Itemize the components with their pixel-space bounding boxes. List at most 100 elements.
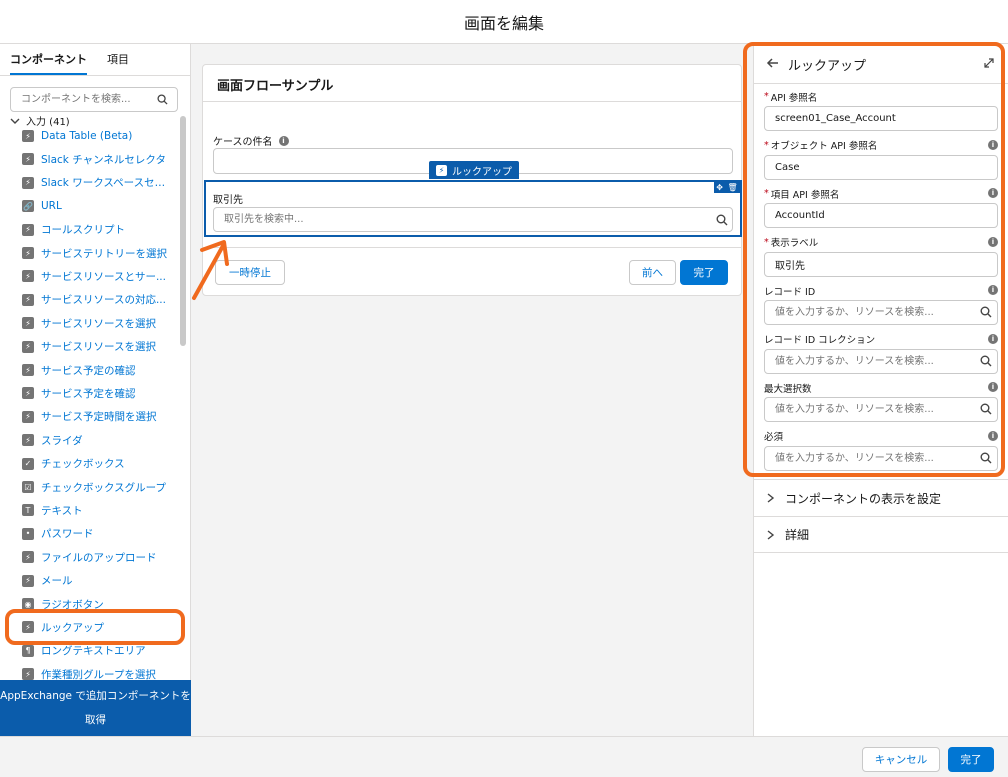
property-input[interactable] <box>764 348 998 374</box>
done-button[interactable]: 完了 <box>948 747 994 772</box>
bolt-icon: ⚡ <box>436 164 447 176</box>
flow-canvas: 画面フローサンプル ケースの件名 i ⚡ ルックアップ ✥ 🗑 取引先 一時停止… <box>191 44 753 736</box>
bolt-icon: ⚡ <box>22 551 34 564</box>
selected-component-tag-label: ルックアップ <box>452 166 512 178</box>
component-item[interactable]: ⚡ ファイルのアップロード <box>22 549 157 565</box>
component-item[interactable]: ⚡ サービス予定時間を選択 <box>22 409 157 425</box>
component-item[interactable]: ⚡ コールスクリプト <box>22 222 125 238</box>
bolt-icon: ⚡ <box>22 153 34 166</box>
appexchange-label: AppExchange で追加コンポーネントを取得 <box>0 690 191 726</box>
bolt-icon: ⚡ <box>22 668 34 681</box>
component-item[interactable]: ✓ チェックボックス <box>22 456 125 472</box>
scrollbar[interactable] <box>180 116 186 346</box>
required-marker: * <box>764 236 769 248</box>
component-item[interactable]: T テキスト <box>22 502 83 518</box>
property-field: * 表示ラベル i <box>764 236 998 277</box>
bolt-icon: ⚡ <box>22 317 34 330</box>
cancel-button[interactable]: キャンセル <box>862 747 940 772</box>
component-item-label: チェックボックスグループ <box>41 481 167 494</box>
screen-card: 画面フローサンプル ケースの件名 i ⚡ ルックアップ ✥ 🗑 取引先 一時停止… <box>202 64 742 296</box>
component-item-label: Data Table (Beta) <box>41 130 133 142</box>
search-icon <box>980 355 992 366</box>
component-item[interactable]: ¶ ロングテキストエリア <box>22 643 146 659</box>
property-field-label: 必須 <box>764 430 998 443</box>
component-item[interactable]: ⚡ Slack ワークスペースセレ... <box>22 175 171 191</box>
case-subject-label: ケースの件名 i <box>213 133 289 148</box>
bolt-icon: ⚡ <box>22 364 34 376</box>
component-item-label: チェックボックス <box>41 458 125 471</box>
previous-button[interactable]: 前へ <box>629 260 676 285</box>
component-item[interactable]: ⚡ ルックアップ <box>22 619 104 635</box>
component-item-label: ファイルのアップロード <box>41 551 157 564</box>
component-item[interactable]: 🔗 URL <box>22 198 62 214</box>
properties-panel: ルックアップ *API 参照名*オブジェクト API 参照名i*項目 API 参… <box>753 44 1008 736</box>
property-field: * 項目 API 参照名 i <box>764 187 998 228</box>
info-icon: i <box>988 285 998 295</box>
panel-header: ルックアップ <box>754 44 1008 84</box>
component-item[interactable]: ⚡ サービスリソースを選択 <box>22 339 156 355</box>
bolt-icon: ⚡ <box>22 621 34 634</box>
component-item[interactable]: ☑ チェックボックスグループ <box>22 479 166 495</box>
property-input[interactable] <box>764 445 998 471</box>
bolt-icon: ⚡ <box>22 434 34 447</box>
section-component-visibility[interactable]: コンポーネントの表示を設定 <box>754 479 1008 516</box>
bolt-icon: ⚡ <box>22 340 34 353</box>
panel-title: ルックアップ <box>788 59 867 74</box>
back-arrow-icon[interactable] <box>766 56 780 70</box>
section-details[interactable]: 詳細 <box>754 516 1008 553</box>
property-field-label-text: 項目 API 参照名 <box>770 189 840 201</box>
search-icon <box>980 452 992 463</box>
component-item-label: サービステリトリーを選択 <box>41 247 167 260</box>
modal-header: 画面を編集 <box>0 0 1008 44</box>
component-item-label: Slack チャンネルセレクタ <box>41 153 166 166</box>
component-item[interactable]: ⚡ サービステリトリーを選択 <box>22 245 167 261</box>
finish-button[interactable]: 完了 <box>680 260 728 285</box>
component-item[interactable]: ⚡ サービス予定の確認 <box>22 362 136 378</box>
component-item[interactable]: ⚡ メール <box>22 573 73 589</box>
component-item[interactable]: ⚡ Data Table (Beta) <box>22 128 132 144</box>
component-item-label: スライダ <box>41 434 83 447</box>
page-title: 画面を編集 <box>463 13 544 33</box>
component-search-input[interactable] <box>10 87 178 112</box>
section-component-visibility-label: コンポーネントの表示を設定 <box>785 491 942 506</box>
bolt-icon: ⚡ <box>22 130 34 142</box>
info-icon: i <box>988 188 998 198</box>
divider <box>203 101 741 102</box>
component-item[interactable]: ⚡ サービスリソースを選択 <box>22 315 156 331</box>
expand-icon[interactable] <box>983 57 995 69</box>
component-item-label: メール <box>41 575 73 588</box>
property-field: * オブジェクト API 参照名 i <box>764 139 998 180</box>
required-marker: * <box>764 188 769 199</box>
property-input[interactable] <box>764 203 998 228</box>
tab-components[interactable]: コンポーネント <box>10 51 87 75</box>
appexchange-button[interactable]: AppExchange で追加コンポーネントを取得 <box>0 680 191 736</box>
property-input[interactable] <box>764 106 998 131</box>
move-icon[interactable]: ✥ <box>716 183 723 192</box>
bolt-icon: ⚡ <box>22 574 34 587</box>
property-field-label: * 項目 API 参照名 <box>764 187 998 201</box>
section-input[interactable]: 入力 (41) <box>10 113 70 128</box>
chevron-down-icon <box>10 118 20 124</box>
component-item[interactable]: ⚡ Slack チャンネルセレクタ <box>22 151 166 167</box>
pause-button[interactable]: 一時停止 <box>215 260 285 285</box>
component-item[interactable]: ◉ ラジオボタン <box>22 596 104 612</box>
property-input[interactable] <box>764 251 998 277</box>
property-field-label: * 表示ラベル <box>764 236 998 250</box>
component-item[interactable]: • パスワード <box>22 526 94 542</box>
property-input[interactable] <box>764 300 998 325</box>
tab-fields[interactable]: 項目 <box>107 51 129 75</box>
delete-icon[interactable]: 🗑 <box>728 183 738 192</box>
component-item[interactable]: ⚡ サービスリソースとサー... <box>22 268 166 284</box>
component-item[interactable]: ⚡ サービスリソースの対応... <box>22 292 166 308</box>
component-item[interactable]: ⚡ サービス予定を確認 <box>22 385 136 401</box>
property-input[interactable] <box>764 154 998 180</box>
property-field-label-text: レコード ID コレクション <box>764 335 876 346</box>
component-item[interactable]: ⚡ スライダ <box>22 432 83 448</box>
text-icon: T <box>22 504 34 517</box>
selected-lookup-component[interactable]: ✥ 🗑 取引先 <box>204 180 742 237</box>
property-field-label: * オブジェクト API 参照名 <box>764 139 998 153</box>
lookup-search-input[interactable] <box>213 207 733 232</box>
property-input[interactable] <box>764 397 998 422</box>
component-item-label: ロングテキストエリア <box>41 645 146 658</box>
property-field-label: レコード ID <box>764 284 998 298</box>
